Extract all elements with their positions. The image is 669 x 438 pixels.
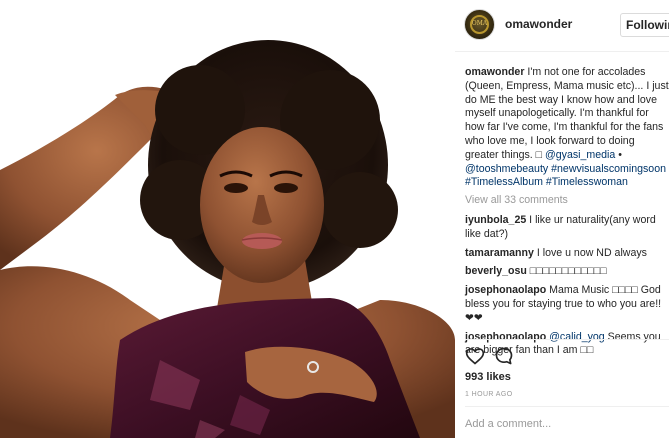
hashtag-timelessalbum[interactable]: #TimelessAlbum [465, 176, 543, 188]
portrait-image [0, 0, 455, 438]
comment-username[interactable]: iyunbola_25 [465, 214, 526, 226]
post-caption: omawonder I'm not one for accolades (Que… [465, 66, 669, 190]
comment-item: iyunbola_25 I like ur naturality(any wor… [465, 214, 669, 242]
caption-glyph: □ [535, 148, 546, 161]
caption-dot: • [615, 148, 622, 161]
post-header: OMA omawonder Following [455, 0, 669, 52]
avatar[interactable]: OMA [464, 9, 495, 40]
comment-text: I love u now ND always [533, 246, 647, 259]
caption-username[interactable]: omawonder [465, 66, 524, 78]
actions-divider [465, 339, 669, 340]
likes-count[interactable]: 993 likes [465, 371, 511, 383]
post-side-panel: OMA omawonder Following omawonder I'm no… [455, 0, 669, 438]
comment-username[interactable]: tamaramanny [465, 247, 534, 259]
heart-outline-icon[interactable] [465, 346, 485, 366]
comment-item: josephonaolapo Mama Music □□□□ God bless… [465, 284, 669, 325]
post-timestamp: 1 HOUR AGO [465, 391, 513, 398]
comment-username[interactable]: beverly_osu [465, 265, 527, 277]
speech-bubble-icon[interactable] [494, 346, 514, 366]
mention-gyasi-media[interactable]: @gyasi_media [545, 149, 615, 161]
avatar-logo-text: OMA [471, 20, 488, 27]
comment-item: tamaramanny I love u now ND always [465, 247, 669, 261]
view-all-comments-link[interactable]: View all 33 comments [465, 194, 669, 208]
comment-item: beverly_osu □□□□□□□□□□□□ [465, 265, 669, 279]
comment-username[interactable]: josephonaolapo [465, 331, 546, 343]
following-button[interactable]: Following [620, 13, 669, 37]
add-comment-divider [465, 406, 669, 407]
comment-username[interactable]: josephonaolapo [465, 284, 546, 296]
post-photo[interactable] [0, 0, 455, 438]
add-comment-input[interactable] [465, 414, 665, 434]
hashtag-newvisualscomingsoon[interactable]: #newvisualscomingsoon [548, 163, 666, 175]
mention-tooshmebeauty[interactable]: @tooshmebeauty [465, 163, 548, 175]
comment-mention[interactable]: @calid_yog [546, 331, 605, 343]
comments-list: omawonder I'm not one for accolades (Que… [465, 66, 669, 363]
caption-text: I'm not one for accolades (Queen, Empres… [465, 66, 669, 161]
comment-text: □□□□□□□□□□□□ [526, 265, 607, 278]
username-link[interactable]: omawonder [505, 17, 572, 31]
hashtag-timelesswoman[interactable]: #Timelesswoman [543, 176, 628, 188]
